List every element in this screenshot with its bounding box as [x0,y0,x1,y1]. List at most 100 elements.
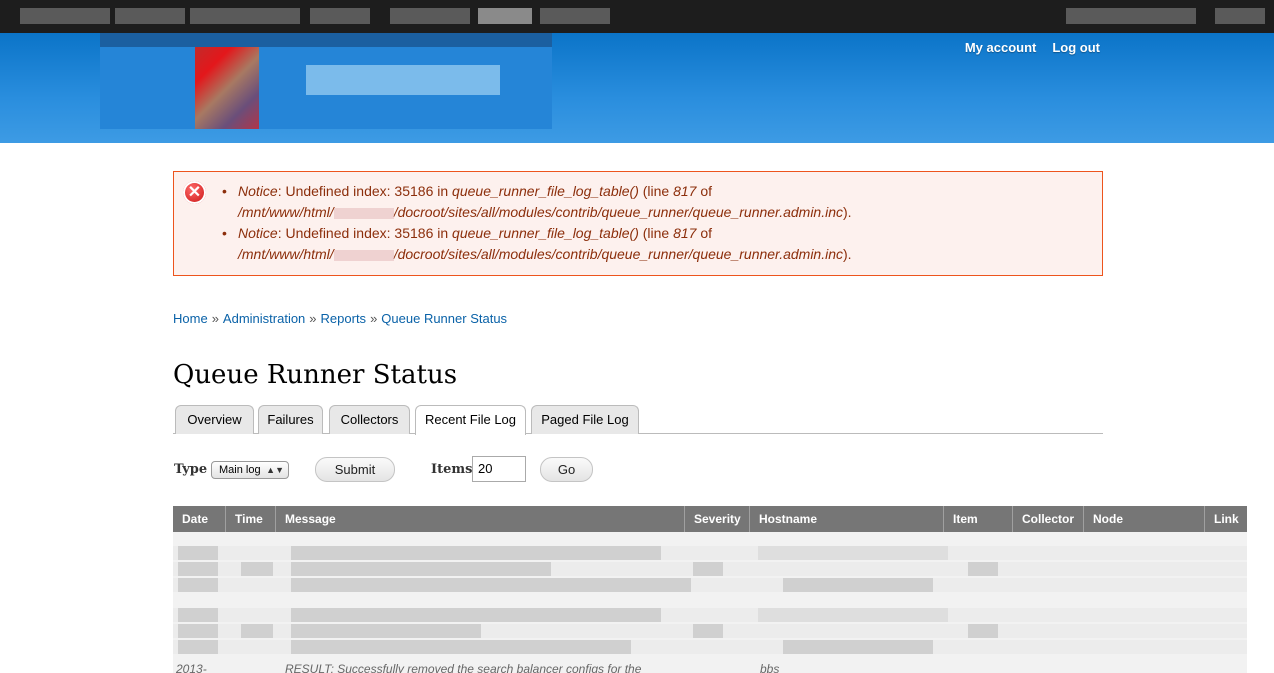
breadcrumb-separator: » [309,311,317,326]
type-select[interactable]: Main log ▲▼ [211,461,289,479]
log-out-link[interactable]: Log out [1052,40,1100,55]
tab-paged-file-log[interactable]: Paged File Log [531,405,639,434]
breadcrumb-separator: » [211,311,219,326]
logo-strip [100,33,552,47]
blurred-cell [178,608,218,622]
blurred-cell [783,640,933,654]
table-row [173,640,1247,654]
column-header-time[interactable]: Time [226,506,276,532]
toolbar-blurred-item [540,8,610,24]
breadcrumb-reports[interactable]: Reports [321,311,367,326]
error-item: Notice: Undefined index: 35186 in queue_… [222,181,902,223]
error-messages: ✕ Notice: Undefined index: 35186 in queu… [173,171,1103,276]
tab-bar: Overview Failures Collectors Recent File… [173,405,1103,435]
log-table-header: Date Time Message Severity Hostname Item… [173,506,1247,532]
breadcrumb-administration[interactable]: Administration [223,311,305,326]
blurred-cell [241,624,273,638]
error-path: /mnt/www/html/ [238,204,334,220]
log-table-body [173,532,1247,673]
redacted-text [333,207,394,219]
column-header-hostname[interactable]: Hostname [750,506,944,532]
column-header-severity[interactable]: Severity [685,506,750,532]
breadcrumb-separator: » [370,311,378,326]
error-text: of [696,183,713,199]
items-label: Items [431,462,473,477]
tab-overview[interactable]: Overview [175,405,254,434]
column-header-item[interactable]: Item [944,506,1013,532]
select-arrows-icon: ▲▼ [266,465,284,475]
blurred-cell [291,608,661,622]
error-line: 817 [673,225,697,241]
blurred-cell [783,578,933,592]
my-account-link[interactable]: My account [965,40,1037,55]
error-text: ). [843,204,852,220]
blurred-cell [758,546,948,560]
error-function: queue_runner_file_log_table() [452,183,639,199]
error-text: : Undefined index: 35186 in [277,225,453,241]
blurred-cell [178,562,218,576]
column-header-node[interactable]: Node [1084,506,1205,532]
table-row [173,562,1247,576]
admin-toolbar [0,0,1274,33]
notice-label: Notice [238,225,278,241]
table-row [173,546,1247,560]
error-text: ). [843,246,852,262]
blurred-cell [241,562,273,576]
tab-collectors[interactable]: Collectors [329,405,410,434]
error-function: queue_runner_file_log_table() [452,225,639,241]
error-text: of [696,225,713,241]
partial-row-hostname: bbs [760,662,780,673]
blurred-cell [178,546,218,560]
toolbar-blurred-item [310,8,370,24]
items-input[interactable]: 20 [472,456,526,482]
partial-row-message: RESULT: Successfully removed the search … [285,662,642,673]
blurred-cell [758,608,948,622]
column-header-date[interactable]: Date [173,506,226,532]
tab-failures[interactable]: Failures [258,405,323,434]
table-row [173,608,1247,622]
blurred-cell [693,624,723,638]
blurred-cell [291,624,481,638]
toolbar-blurred-item [190,8,300,24]
page-title: Queue Runner Status [173,360,458,390]
toolbar-blurred-item [1066,8,1196,24]
table-row [173,624,1247,638]
user-menu: My account Log out [965,40,1100,55]
type-label: Type [174,462,208,477]
column-header-message[interactable]: Message [276,506,685,532]
error-item: Notice: Undefined index: 35186 in queue_… [222,223,902,265]
logo-image [195,47,259,129]
blurred-cell [291,562,551,576]
site-header: My account Log out [0,33,1274,143]
toolbar-blurred-item [390,8,470,24]
breadcrumb-queue-runner-status[interactable]: Queue Runner Status [381,311,507,326]
blurred-cell [291,546,661,560]
notice-label: Notice [238,183,278,199]
blurred-cell [693,562,723,576]
breadcrumb: Home» Administration» Reports» Queue Runner… [173,311,507,326]
column-header-collector[interactable]: Collector [1013,506,1084,532]
submit-button[interactable]: Submit [315,457,395,482]
error-path: /mnt/www/html/ [238,246,334,262]
blurred-cell [968,624,998,638]
error-text: (line [638,225,674,241]
site-logo[interactable] [100,33,552,129]
error-text: : Undefined index: 35186 in [277,183,453,199]
toolbar-blurred-item [20,8,110,24]
table-row [173,578,1247,592]
error-text: (line [638,183,674,199]
toolbar-blurred-item [1215,8,1265,24]
error-path: /docroot/sites/all/modules/contrib/queue… [393,246,843,262]
type-select-value: Main log [219,464,261,476]
error-icon: ✕ [183,181,206,204]
error-list: Notice: Undefined index: 35186 in queue_… [222,181,902,265]
tab-recent-file-log[interactable]: Recent File Log [415,405,526,435]
column-header-link[interactable]: Link [1205,506,1247,532]
error-path: /docroot/sites/all/modules/contrib/queue… [393,204,843,220]
redacted-text [333,249,394,261]
go-button[interactable]: Go [540,457,593,482]
breadcrumb-home[interactable]: Home [173,311,208,326]
blurred-cell [968,562,998,576]
blurred-cell [291,640,631,654]
site-name-blurred [306,65,500,95]
